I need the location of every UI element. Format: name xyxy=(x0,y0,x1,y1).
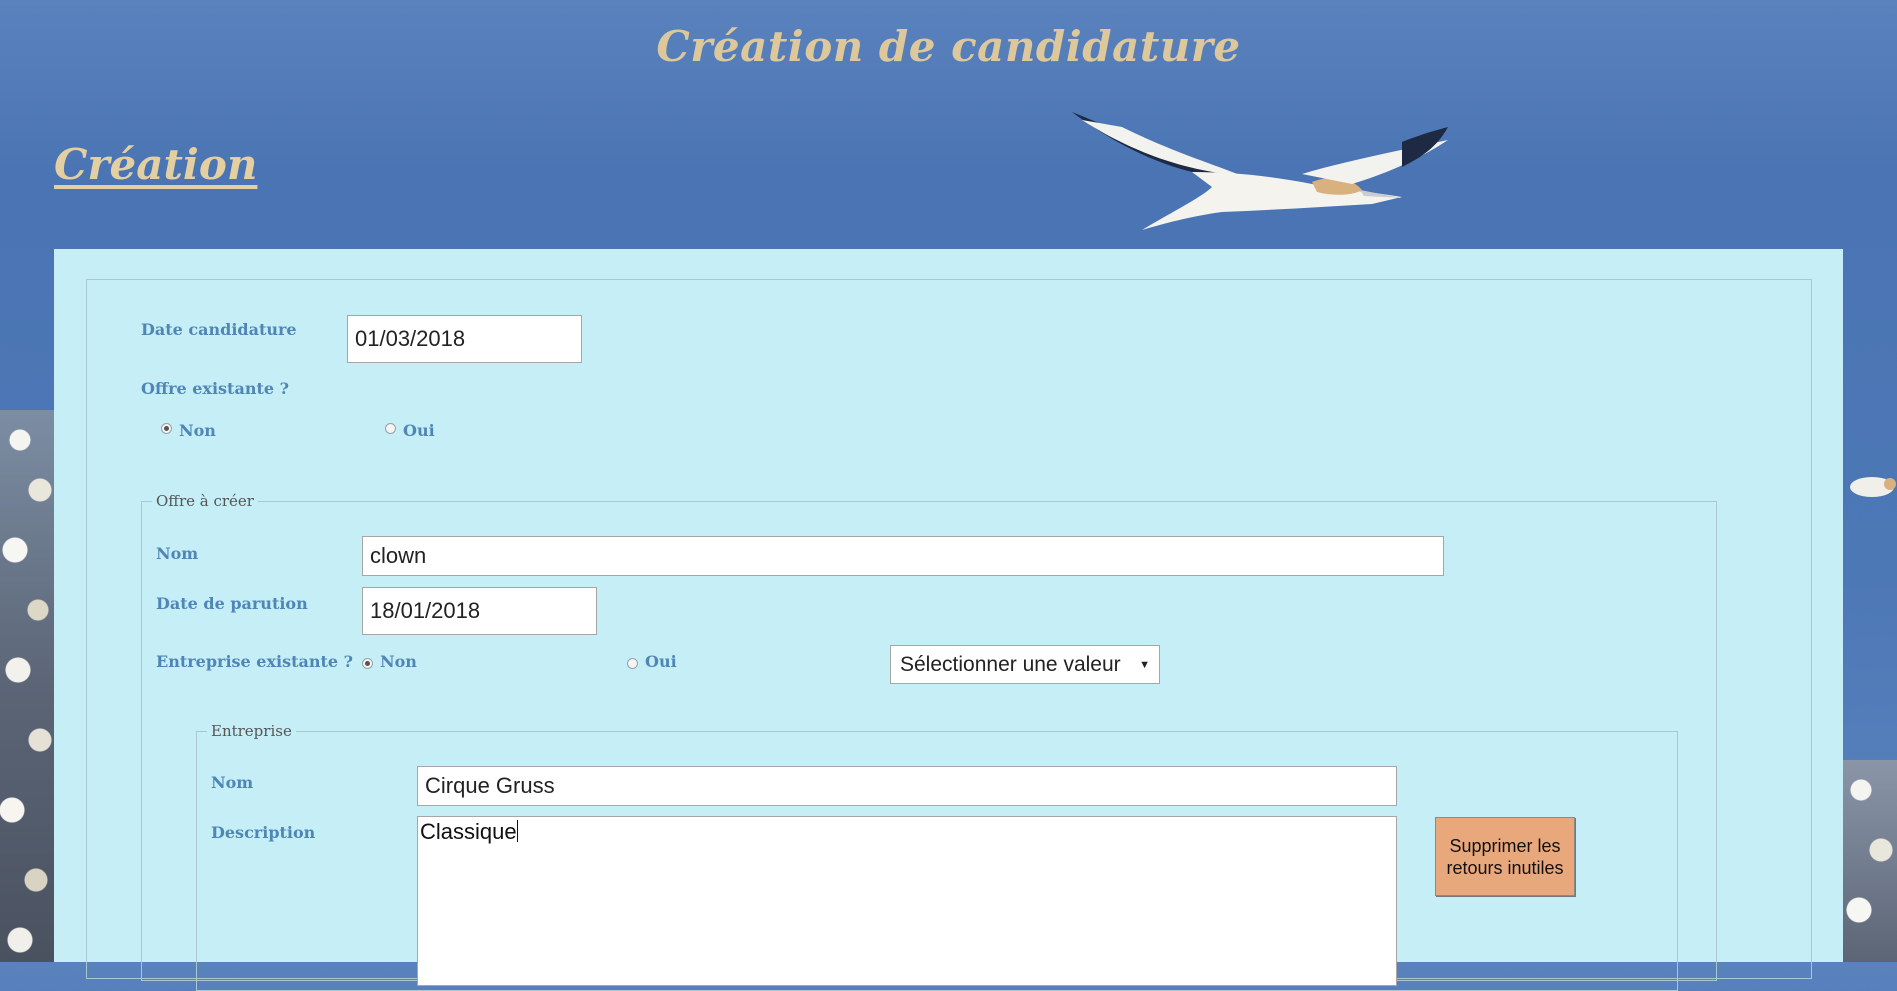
entreprise-select-value: Sélectionner une valeur xyxy=(900,652,1121,676)
description-textarea[interactable]: Classique xyxy=(417,816,1397,986)
offre-existante-non-label: Non xyxy=(179,421,216,440)
entreprise-nom-input[interactable] xyxy=(417,766,1397,806)
background-colony-right xyxy=(1841,760,1897,962)
supprimer-retours-button[interactable]: Supprimer les retours inutiles xyxy=(1435,817,1575,896)
offre-a-creer-legend: Offre à créer xyxy=(152,492,258,510)
page-title: Création de candidature xyxy=(656,22,1241,71)
chevron-down-icon: ▼ xyxy=(1139,658,1150,671)
entreprise-existante-non-label: Non xyxy=(380,652,417,671)
entreprise-nom-label: Nom xyxy=(211,773,254,792)
text-cursor xyxy=(516,820,518,842)
entreprise-existante-oui-radio[interactable] xyxy=(627,658,638,669)
description-label: Description xyxy=(211,823,316,842)
entreprise-existante-non-radio[interactable] xyxy=(362,658,373,669)
offre-existante-non-radio[interactable] xyxy=(161,423,172,434)
offre-existante-label: Offre existante ? xyxy=(141,379,289,398)
background-colony-left xyxy=(0,410,56,962)
section-heading: Création xyxy=(54,140,258,189)
form-container: Date candidature Offre existante ? Non O… xyxy=(86,279,1812,991)
offre-existante-oui-label: Oui xyxy=(403,421,435,440)
entreprise-existante-oui-label: Oui xyxy=(645,652,677,671)
small-gannet-image xyxy=(1850,477,1896,497)
gannet-bird-image xyxy=(1072,112,1448,230)
date-candidature-input[interactable] xyxy=(347,315,582,363)
date-parution-label: Date de parution xyxy=(156,594,308,613)
form-panel: Date candidature Offre existante ? Non O… xyxy=(54,249,1843,991)
offre-nom-input[interactable] xyxy=(362,536,1444,576)
entreprise-fieldset: Entreprise Nom Description Classique Sup… xyxy=(196,722,1678,991)
entreprise-legend: Entreprise xyxy=(207,722,296,740)
date-parution-input[interactable] xyxy=(362,587,597,635)
offre-a-creer-fieldset: Offre à créer Nom Date de parution Entre… xyxy=(141,492,1717,991)
description-text: Classique xyxy=(420,819,517,844)
entreprise-existante-label: Entreprise existante ? xyxy=(156,652,353,671)
offre-nom-label: Nom xyxy=(156,544,199,563)
entreprise-select[interactable]: Sélectionner une valeur ▼ xyxy=(890,645,1160,684)
offre-existante-oui-radio[interactable] xyxy=(385,423,396,434)
date-candidature-label: Date candidature xyxy=(141,320,297,339)
